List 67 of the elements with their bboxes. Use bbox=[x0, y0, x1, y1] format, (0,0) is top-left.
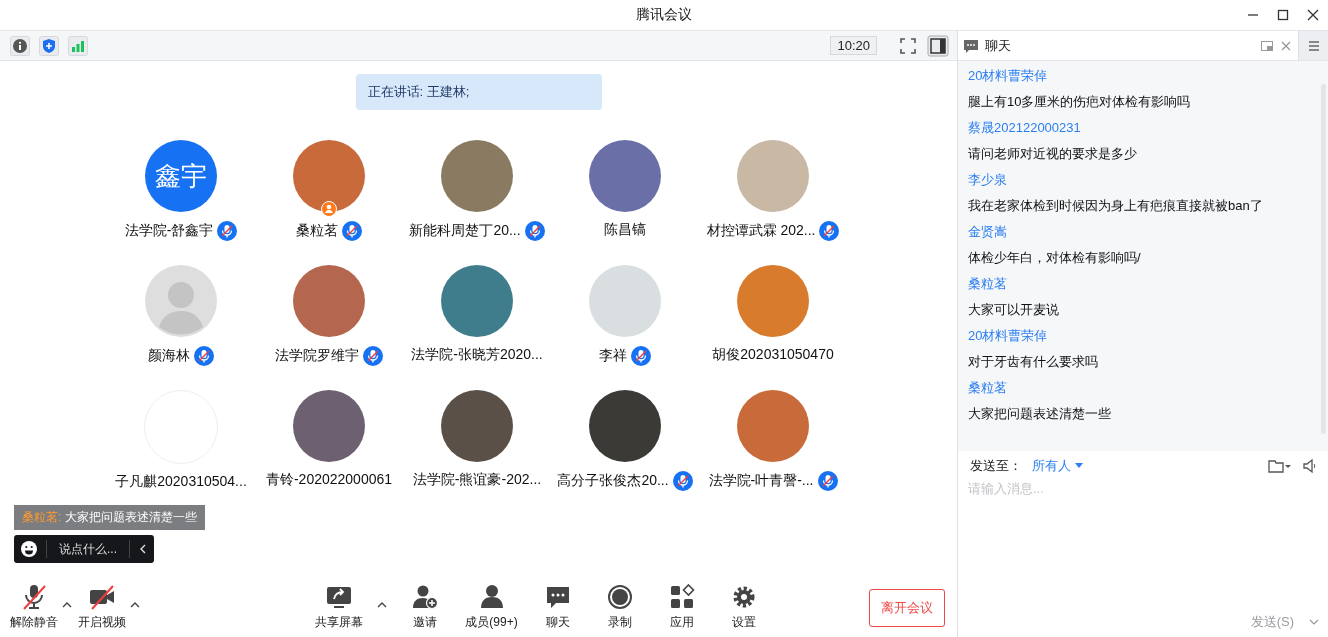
dropdown-caret-icon bbox=[1075, 463, 1083, 469]
participant-name: 法学院-舒鑫宇 bbox=[124, 222, 214, 240]
avatar-initials: 鑫宇 bbox=[145, 140, 217, 212]
chat-sender-name: 桑粒茗 bbox=[968, 275, 1008, 293]
chat-sender-name: 20材料曹荣倬 bbox=[968, 67, 1049, 85]
participant-name: 颜海林 bbox=[148, 347, 190, 365]
toolbar-button[interactable]: 开启视频 bbox=[74, 583, 130, 631]
participant-name: 材控谭武霖 202... bbox=[706, 222, 816, 240]
chat-sender-name: 桑粒茗 bbox=[968, 379, 1008, 397]
chat-message: 对于牙齿有什么要求吗 bbox=[968, 353, 1099, 371]
maximize-icon[interactable] bbox=[1276, 8, 1290, 22]
close-icon[interactable] bbox=[1306, 8, 1320, 22]
caret-icon[interactable] bbox=[62, 601, 72, 609]
meeting-timer: 10:20 bbox=[830, 36, 877, 55]
toolbar-button[interactable]: 录制 bbox=[593, 583, 646, 631]
chat-sender-name: 蔡晟202122000231 bbox=[968, 119, 1082, 137]
participant-name: 陈昌镐 bbox=[604, 221, 646, 239]
participant-name: 法学院-熊谊豪-202... bbox=[412, 471, 542, 489]
chat-message: 腿上有10多厘米的伤疤对体检有影响吗 bbox=[968, 93, 1192, 111]
participant-name: 法学院罗维宇 bbox=[275, 347, 359, 365]
participant-name: 法学院-张晓芳2020... bbox=[411, 346, 543, 364]
fullscreen-icon[interactable] bbox=[898, 35, 918, 56]
speaker-icon[interactable] bbox=[1302, 458, 1318, 474]
pop-out-icon[interactable] bbox=[1260, 38, 1274, 53]
toolbar-button[interactable]: 应用 bbox=[655, 583, 708, 631]
participant-name: 高分子张俊杰20... bbox=[557, 472, 669, 490]
emoji-icon[interactable] bbox=[20, 540, 38, 558]
chat-sender-name: 李少泉 bbox=[968, 171, 1008, 189]
add-person-icon bbox=[411, 583, 440, 611]
shield-icon[interactable] bbox=[39, 35, 59, 56]
toolbar-button[interactable]: 设置 bbox=[717, 583, 770, 631]
speaker-banner: 正在讲话: 王建林; bbox=[355, 74, 602, 110]
chat-message: 请问老师对近视的要求是多少 bbox=[968, 145, 1138, 163]
folder-icon[interactable] bbox=[1268, 458, 1292, 474]
caret-icon[interactable] bbox=[130, 601, 140, 609]
participant-name: 桑粒茗 bbox=[296, 222, 338, 240]
participant-name: 胡俊202031050470 bbox=[712, 346, 834, 364]
chat-message: 我在老家体检到时候因为身上有疤痕直接就被ban了 bbox=[968, 197, 1264, 215]
participant-name: 新能科周楚丁20... bbox=[409, 222, 521, 240]
panel-toggle-icon[interactable] bbox=[927, 34, 949, 57]
send-to-label: 发送至： bbox=[970, 457, 1022, 475]
participant-name: 青铃-202022000061 bbox=[265, 471, 393, 489]
chat-toast: 桑粒茗: 大家把问题表述清楚一些 bbox=[14, 505, 205, 530]
toolbar-button[interactable]: 共享屏幕 bbox=[311, 583, 368, 631]
info-icon[interactable] bbox=[10, 35, 30, 56]
chat-message: 大家把问题表述清楚一些 bbox=[968, 405, 1112, 423]
menu-icon[interactable] bbox=[1306, 38, 1321, 53]
recipient-dropdown[interactable]: 所有人 bbox=[1032, 457, 1083, 475]
participant-name: 李祥 bbox=[599, 347, 627, 365]
toolbar-button[interactable]: 聊天 bbox=[531, 583, 584, 631]
record-icon bbox=[605, 583, 634, 611]
leave-meeting-button[interactable]: 离开会议 bbox=[869, 588, 945, 627]
caret-icon[interactable] bbox=[377, 601, 388, 609]
default-avatar-icon bbox=[145, 265, 217, 337]
window-title: 腾讯会议 bbox=[636, 6, 692, 24]
chat-message: 体检少年白，对体检有影响吗/ bbox=[968, 249, 1142, 267]
chat-bubble-icon bbox=[963, 37, 979, 54]
collapse-chevron-icon[interactable] bbox=[138, 543, 148, 555]
toolbar-button[interactable]: 邀请 bbox=[399, 583, 452, 631]
toolbar-button[interactable]: 成员(99+) bbox=[461, 583, 522, 631]
chat-message: 大家可以开麦说 bbox=[968, 301, 1060, 319]
chat-panel-title: 聊天 bbox=[985, 36, 1011, 55]
participant-name: 子凡麒2020310504... bbox=[115, 473, 247, 491]
toolbar-button[interactable]: 解除静音 bbox=[6, 583, 62, 631]
chat-sender-name: 20材料曹荣倬 bbox=[968, 327, 1049, 345]
chat-sender-name: 金贤嵩 bbox=[968, 223, 1008, 241]
participant-name: 法学院-叶青謦-... bbox=[708, 472, 814, 490]
